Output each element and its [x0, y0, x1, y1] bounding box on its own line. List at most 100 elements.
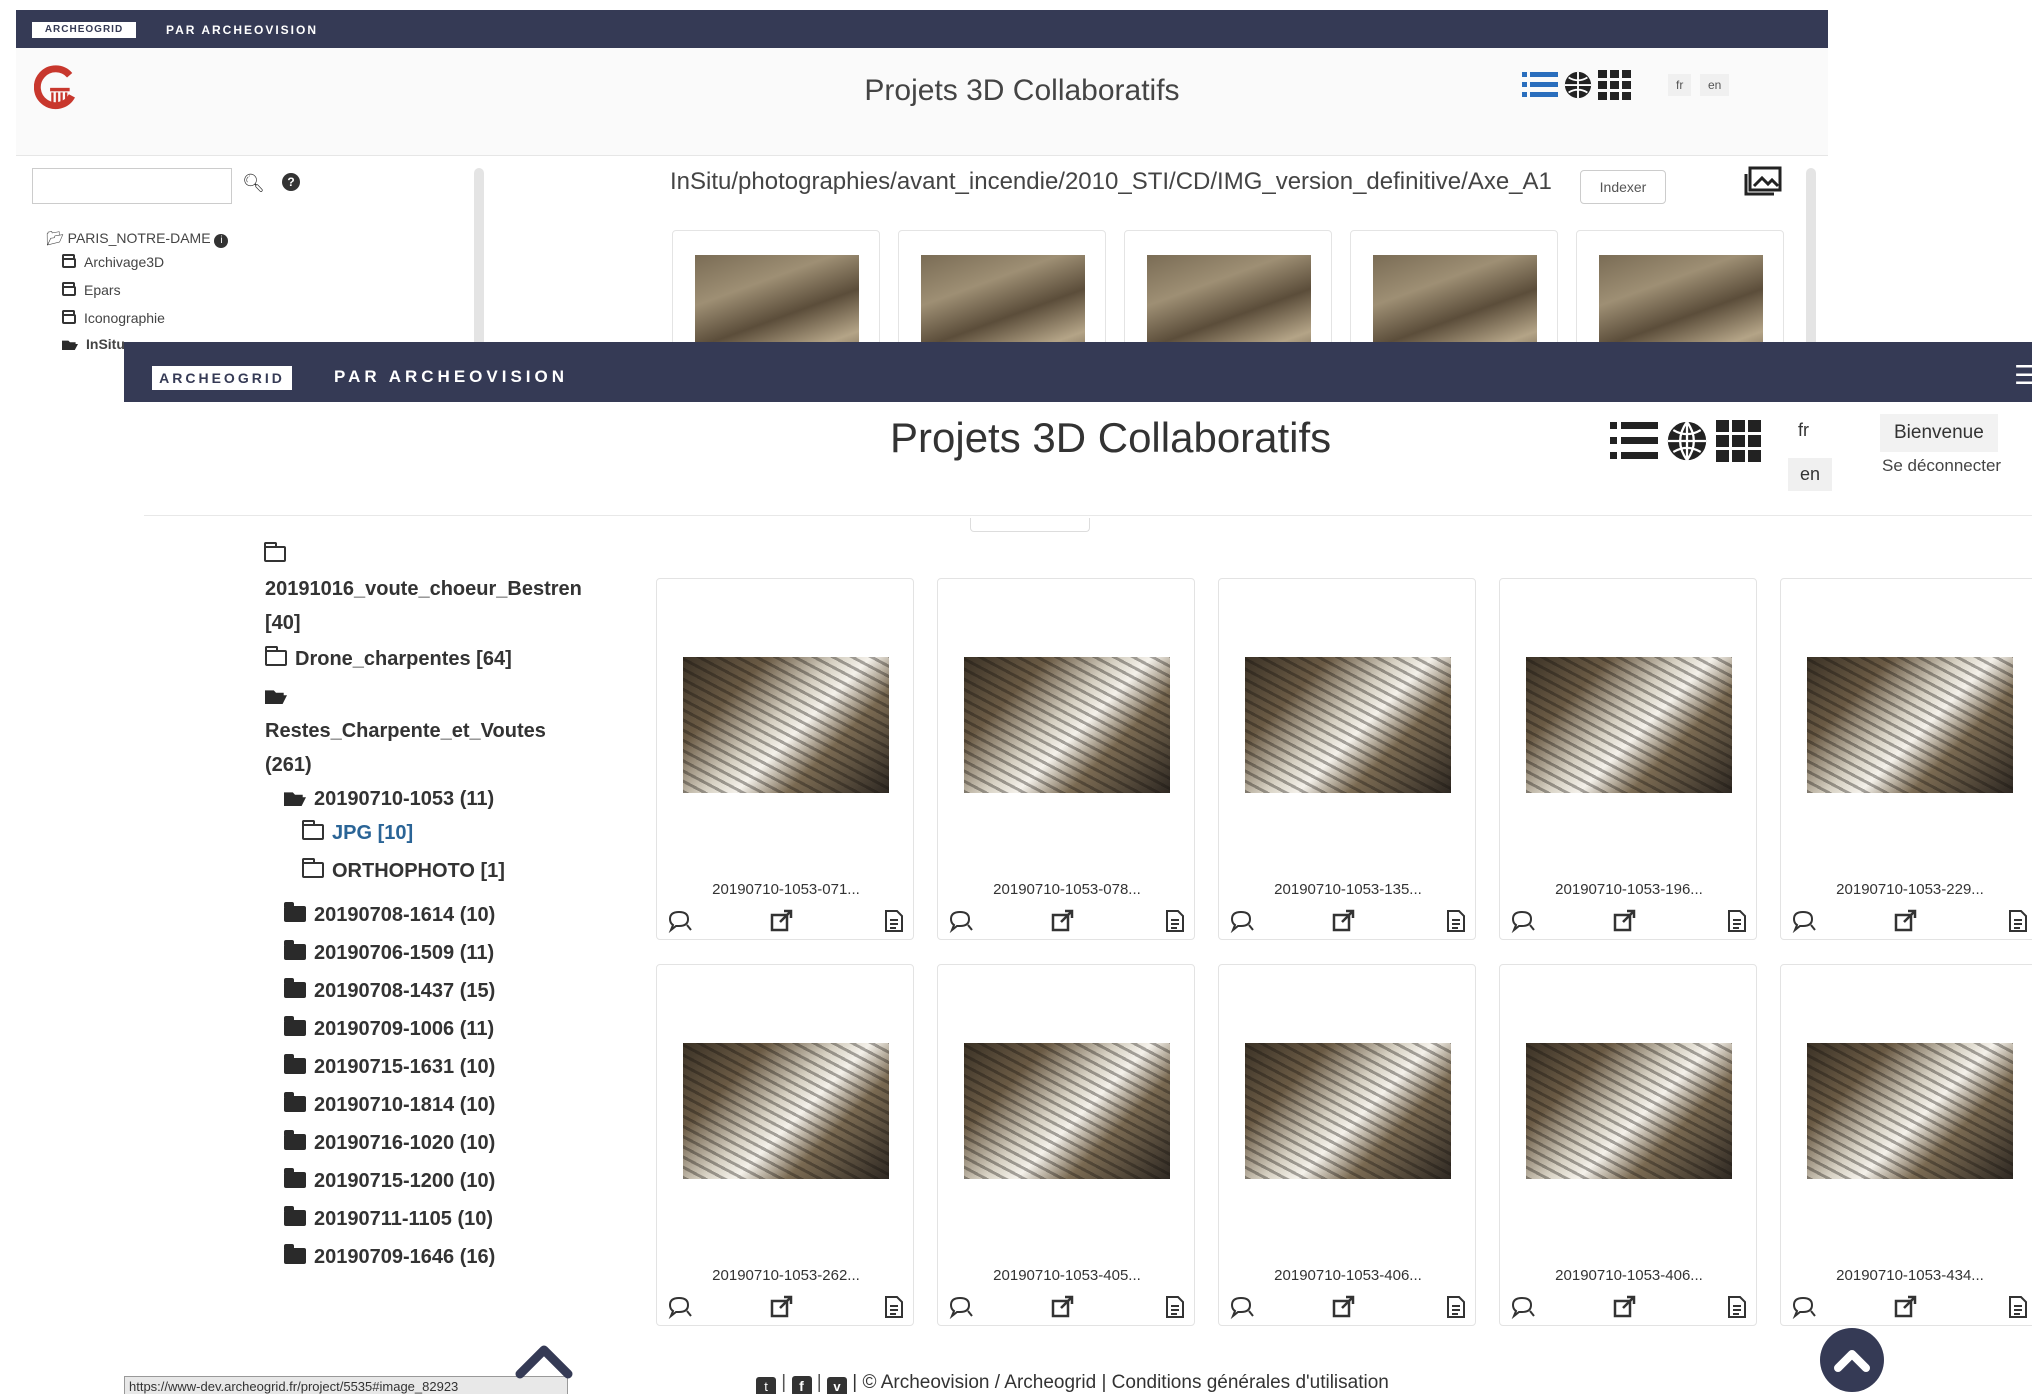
- tree-item[interactable]: 20190711-1105 (10): [284, 1206, 493, 1231]
- open-external-icon[interactable]: [1612, 1295, 1638, 1319]
- brand-logo-text[interactable]: ARCHEOGRID: [152, 366, 292, 390]
- comment-icon[interactable]: [1791, 1295, 1817, 1320]
- file-info-icon[interactable]: [883, 1295, 909, 1319]
- image-card[interactable]: 20190710-1053-405...: [937, 964, 1195, 1326]
- help-icon[interactable]: ?: [282, 173, 300, 191]
- globe-view-icon[interactable]: [1664, 420, 1710, 462]
- tree-item[interactable]: 20190716-1020 (10): [284, 1130, 495, 1155]
- tree-item-drone[interactable]: Drone_charpentes [64]: [265, 646, 512, 671]
- welcome-button[interactable]: Bienvenue: [1880, 414, 1998, 452]
- file-info-icon[interactable]: [1164, 909, 1190, 933]
- file-info-icon[interactable]: [883, 909, 909, 933]
- tree-item-jpg[interactable]: JPG [10]: [302, 820, 413, 845]
- search-input[interactable]: [32, 168, 232, 204]
- lang-en-button[interactable]: en: [1788, 458, 1833, 491]
- comment-icon[interactable]: [667, 909, 693, 934]
- tree-item[interactable]: Iconographie: [62, 310, 165, 326]
- open-external-icon[interactable]: [1050, 909, 1076, 933]
- tree-item-label[interactable]: 20191016_voute_choeur_Bestren: [265, 578, 582, 601]
- image-card[interactable]: 20190710-1053-229...: [1780, 578, 2032, 940]
- tree-item-bestren-icon-row[interactable]: [264, 542, 294, 567]
- grid-view-icon[interactable]: [1716, 420, 1762, 462]
- thumbnail-image[interactable]: [683, 657, 889, 793]
- file-info-icon[interactable]: [1726, 1295, 1752, 1319]
- image-card[interactable]: 20190710-1053-078...: [937, 578, 1195, 940]
- image-filename[interactable]: 20190710-1053-434...: [1781, 1267, 2032, 1284]
- thumbnail-image[interactable]: [1245, 1043, 1451, 1179]
- file-info-icon[interactable]: [1445, 1295, 1471, 1319]
- image-filename[interactable]: 20190710-1053-405...: [938, 1267, 1196, 1284]
- twitter-icon[interactable]: t: [756, 1377, 776, 1394]
- list-view-icon[interactable]: [1522, 70, 1558, 100]
- content-scrollbar[interactable]: [1806, 168, 1816, 350]
- scroll-up-arrow-icon[interactable]: [514, 1340, 574, 1380]
- tree-item[interactable]: Archivage3D: [62, 254, 164, 270]
- image-filename[interactable]: 20190710-1053-135...: [1219, 881, 1477, 898]
- tree-item-root[interactable]: 📂︎ PARIS_NOTRE-DAME i: [46, 230, 229, 248]
- tree-item-20190710-1053[interactable]: 20190710-1053 (11): [284, 788, 494, 811]
- thumbnail-image[interactable]: [683, 1043, 889, 1179]
- open-external-icon[interactable]: [1893, 909, 1919, 933]
- tree-item[interactable]: 20190709-1646 (16): [284, 1244, 495, 1269]
- comment-icon[interactable]: [667, 1295, 693, 1320]
- thumbnail-image[interactable]: [1599, 255, 1763, 350]
- tree-item[interactable]: Epars: [62, 282, 121, 298]
- image-card[interactable]: 20190710-1053-262...: [656, 964, 914, 1326]
- comment-icon[interactable]: [1510, 909, 1536, 934]
- thumbnail-image[interactable]: [1807, 657, 2013, 793]
- image-filename[interactable]: 20190710-1053-406...: [1219, 1267, 1477, 1284]
- thumbnail-image[interactable]: [1526, 657, 1732, 793]
- indexer-button[interactable]: Indexer: [1580, 170, 1666, 204]
- thumbnail-image[interactable]: [1807, 1043, 2013, 1179]
- comment-icon[interactable]: [948, 1295, 974, 1320]
- info-icon[interactable]: i: [214, 234, 229, 248]
- grid-view-icon[interactable]: [1598, 70, 1632, 100]
- comment-icon[interactable]: [948, 909, 974, 934]
- tree-item[interactable]: 20190710-1814 (10): [284, 1092, 495, 1117]
- tree-item-label[interactable]: Restes_Charpente_et_Voutes: [265, 720, 546, 743]
- tree-item[interactable]: 20190708-1614 (10): [284, 902, 495, 927]
- logout-link[interactable]: Se déconnecter: [1882, 456, 2001, 476]
- comment-icon[interactable]: [1510, 1295, 1536, 1320]
- facebook-icon[interactable]: f: [791, 1376, 812, 1394]
- comment-icon[interactable]: [1229, 909, 1255, 934]
- thumbnail-image[interactable]: [921, 255, 1085, 350]
- gallery-icon[interactable]: [1744, 166, 1782, 196]
- image-filename[interactable]: 20190710-1053-406...: [1500, 1267, 1758, 1284]
- file-info-icon[interactable]: [2007, 909, 2032, 933]
- image-filename[interactable]: 20190710-1053-078...: [938, 881, 1196, 898]
- lang-fr-button[interactable]: fr: [1798, 420, 1809, 441]
- tree-item[interactable]: 20190708-1437 (15): [284, 978, 495, 1003]
- image-card[interactable]: 20190710-1053-406...: [1499, 964, 1757, 1326]
- thumbnail-image[interactable]: [1147, 255, 1311, 350]
- file-info-icon[interactable]: [1164, 1295, 1190, 1319]
- globe-view-icon[interactable]: [1562, 70, 1594, 100]
- thumbnail-image[interactable]: [964, 657, 1170, 793]
- search-icon[interactable]: 🔍︎: [242, 173, 265, 194]
- thumbnail-card[interactable]: [672, 230, 880, 350]
- open-external-icon[interactable]: [1331, 1295, 1357, 1319]
- image-card[interactable]: 20190710-1053-071...: [656, 578, 914, 940]
- tree-item-restes-icon-row[interactable]: [265, 686, 295, 709]
- thumbnail-image[interactable]: [1245, 657, 1451, 793]
- sidebar-scrollbar[interactable]: [474, 168, 484, 350]
- tree-item[interactable]: 20190709-1006 (11): [284, 1016, 494, 1041]
- tree-item-label[interactable]: (261): [265, 754, 312, 777]
- tree-item[interactable]: 20190715-1631 (10): [284, 1054, 495, 1079]
- thumbnail-image[interactable]: [1526, 1043, 1732, 1179]
- menu-icon[interactable]: ☰: [2014, 360, 2032, 391]
- thumbnail-card[interactable]: [1576, 230, 1784, 350]
- image-card[interactable]: 20190710-1053-434...: [1780, 964, 2032, 1326]
- open-external-icon[interactable]: [769, 1295, 795, 1319]
- file-info-icon[interactable]: [1445, 909, 1471, 933]
- tree-item[interactable]: 20190715-1200 (10): [284, 1168, 495, 1193]
- brand-logo-text[interactable]: ARCHEOGRID: [32, 22, 136, 38]
- tree-item-orthophoto[interactable]: ORTHOPHOTO [1]: [302, 858, 505, 883]
- file-info-icon[interactable]: [2007, 1295, 2032, 1319]
- tree-item-label[interactable]: [40]: [265, 612, 301, 635]
- open-external-icon[interactable]: [769, 909, 795, 933]
- thumbnail-card[interactable]: [898, 230, 1106, 350]
- thumbnail-card[interactable]: [1350, 230, 1558, 350]
- lang-fr-button[interactable]: fr: [1668, 74, 1692, 96]
- comment-icon[interactable]: [1791, 909, 1817, 934]
